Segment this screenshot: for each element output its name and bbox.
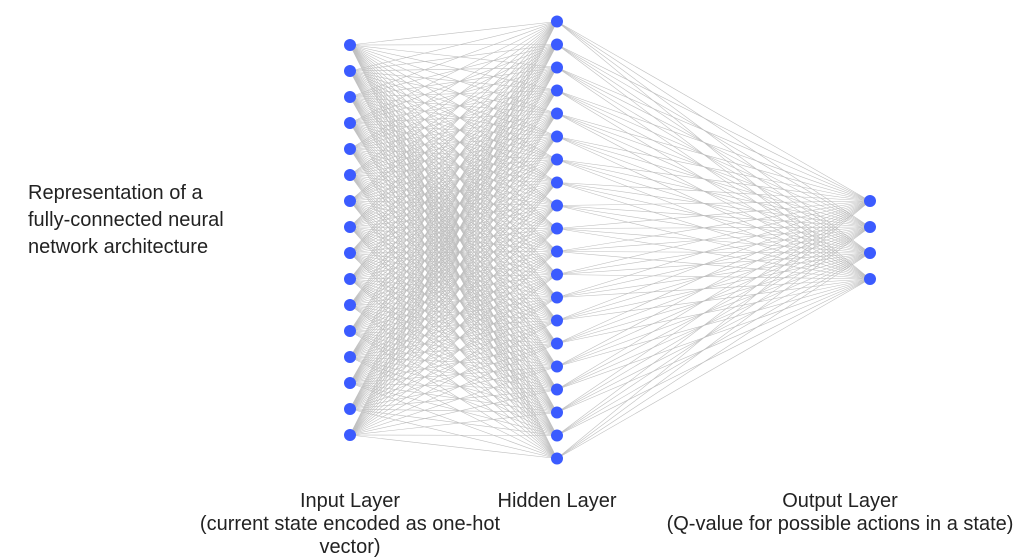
input-node bbox=[344, 195, 356, 207]
hidden-node bbox=[551, 223, 563, 235]
hidden-node bbox=[551, 16, 563, 28]
input-node bbox=[344, 429, 356, 441]
input-node bbox=[344, 169, 356, 181]
hidden-node bbox=[551, 154, 563, 166]
input-node bbox=[344, 39, 356, 51]
input-node bbox=[344, 221, 356, 233]
hidden-node bbox=[551, 108, 563, 120]
input-node bbox=[344, 299, 356, 311]
input-node bbox=[344, 351, 356, 363]
hidden-node bbox=[551, 177, 563, 189]
hidden-node bbox=[551, 131, 563, 143]
output-node bbox=[864, 247, 876, 259]
input-node bbox=[344, 325, 356, 337]
input-node bbox=[344, 403, 356, 415]
input-node bbox=[344, 143, 356, 155]
hidden-node bbox=[551, 200, 563, 212]
input-node bbox=[344, 117, 356, 129]
hidden-node bbox=[551, 85, 563, 97]
input-node bbox=[344, 91, 356, 103]
output-node bbox=[864, 195, 876, 207]
input-node bbox=[344, 247, 356, 259]
edges-group bbox=[350, 22, 870, 459]
hidden-node bbox=[551, 269, 563, 281]
hidden-node bbox=[551, 292, 563, 304]
input-node bbox=[344, 65, 356, 77]
hidden-node bbox=[551, 384, 563, 396]
input-node bbox=[344, 377, 356, 389]
hidden-node bbox=[551, 315, 563, 327]
output-node bbox=[864, 273, 876, 285]
hidden-node bbox=[551, 361, 563, 373]
hidden-node bbox=[551, 62, 563, 74]
output-node bbox=[864, 221, 876, 233]
input-node bbox=[344, 273, 356, 285]
hidden-node bbox=[551, 407, 563, 419]
hidden-node bbox=[551, 430, 563, 442]
hidden-node bbox=[551, 39, 563, 51]
hidden-node bbox=[551, 338, 563, 350]
network-diagram bbox=[0, 0, 1024, 554]
hidden-node bbox=[551, 453, 563, 465]
hidden-node bbox=[551, 246, 563, 258]
